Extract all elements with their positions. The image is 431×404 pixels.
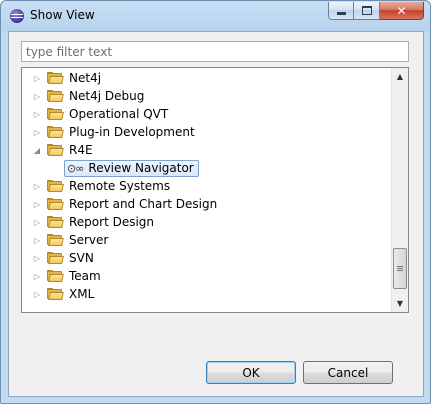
folder-icon (47, 108, 64, 120)
tree-item-label: Net4j (69, 71, 102, 85)
glasses-icon: ⊙∞ (67, 161, 84, 175)
folder-icon (47, 216, 64, 228)
window-title: Show View (30, 8, 95, 22)
filter-input[interactable] (21, 41, 409, 62)
expanded-arrow-icon[interactable]: ◢ (33, 141, 41, 159)
collapsed-arrow-icon[interactable]: ▷ (33, 213, 41, 231)
tree-item-label: Operational QVT (69, 107, 169, 121)
tree-item-label: XML (69, 287, 95, 301)
collapsed-arrow-icon[interactable]: ▷ (33, 195, 41, 213)
maximize-button[interactable] (354, 2, 380, 20)
maximize-icon (361, 6, 372, 15)
scroll-up-arrow[interactable]: ▲ (392, 68, 408, 85)
collapsed-arrow-icon[interactable]: ▷ (33, 249, 41, 267)
tree-item-label: Plug-in Development (69, 125, 195, 139)
tree-item-label: Report Design (69, 215, 155, 229)
close-button[interactable]: ✕ (380, 2, 424, 20)
thumb-grip (397, 266, 403, 267)
scroll-down-arrow[interactable]: ▼ (392, 295, 408, 312)
folder-icon (47, 72, 64, 84)
scroll-thumb[interactable] (393, 248, 407, 289)
folder-icon (47, 270, 64, 282)
folder-icon (47, 126, 64, 138)
tree-item[interactable]: ▷ XML (22, 285, 94, 303)
collapsed-arrow-icon[interactable]: ▷ (33, 69, 41, 87)
tree-item[interactable]: ▷ Report Design (22, 213, 154, 231)
tree-rows: ▷ Net4j ▷ Net4j Debug ▷ Operational QVT ▷ Plug-… (22, 68, 391, 312)
thumb-grip (397, 268, 403, 269)
folder-icon (47, 198, 64, 210)
minimize-icon (336, 12, 346, 15)
show-view-dialog: Show View ✕ ▷ Net4j ▷ Net4j Debug ▷ Operation… (0, 0, 431, 404)
tree-item-label: R4E (69, 143, 93, 157)
tree-item[interactable]: ▷ Net4j Debug (22, 87, 144, 105)
tree-item-label: Net4j Debug (69, 89, 145, 103)
folder-icon (47, 288, 64, 300)
eclipse-icon (10, 9, 24, 23)
ok-button[interactable]: OK (206, 361, 296, 384)
folder-icon (47, 252, 64, 264)
cancel-button[interactable]: Cancel (303, 361, 393, 384)
tree-item[interactable]: ▷ SVN (22, 249, 94, 267)
collapsed-arrow-icon[interactable]: ▷ (33, 123, 41, 141)
tree-item-label: Server (69, 233, 109, 247)
vertical-scrollbar[interactable]: ▲ ▼ (391, 68, 408, 312)
tree-item[interactable]: ▷ Plug-in Development (22, 123, 195, 141)
thumb-grip (397, 270, 403, 271)
dialog-body: ▷ Net4j ▷ Net4j Debug ▷ Operational QVT ▷ Plug-… (8, 31, 424, 397)
tree-item[interactable]: ▷ Remote Systems (22, 177, 170, 195)
tree-item[interactable]: ▷ Report and Chart Design (22, 195, 217, 213)
tree-item[interactable]: ▷ Team (22, 267, 101, 285)
tree-item[interactable]: ◢ R4E (22, 141, 93, 159)
tree-item-label: Review Navigator (88, 161, 194, 175)
collapsed-arrow-icon[interactable]: ▷ (33, 267, 41, 285)
title-bar[interactable]: Show View ✕ (1, 1, 430, 31)
selected-item[interactable]: ⊙∞ Review Navigator (64, 159, 199, 177)
collapsed-arrow-icon[interactable]: ▷ (33, 285, 41, 303)
folder-icon (47, 144, 64, 156)
folder-icon (47, 90, 64, 102)
tree-item[interactable]: ▷ Net4j (22, 69, 101, 87)
caption-buttons: ✕ (328, 2, 424, 20)
tree-item[interactable]: ▷ Server (22, 231, 108, 249)
minimize-button[interactable] (328, 2, 354, 20)
tree-item[interactable]: ▷ Operational QVT (22, 105, 168, 123)
tree-item-label: Report and Chart Design (69, 197, 218, 211)
tree-item-child[interactable]: ⊙∞ Review Navigator (64, 159, 199, 177)
tree-item-label: Team (69, 269, 101, 283)
folder-icon (47, 180, 64, 192)
collapsed-arrow-icon[interactable]: ▷ (33, 105, 41, 123)
view-tree[interactable]: ▷ Net4j ▷ Net4j Debug ▷ Operational QVT ▷ Plug-… (21, 67, 409, 313)
collapsed-arrow-icon[interactable]: ▷ (33, 177, 41, 195)
close-icon: ✕ (396, 3, 407, 18)
collapsed-arrow-icon[interactable]: ▷ (33, 87, 41, 105)
tree-item-label: SVN (69, 251, 94, 265)
collapsed-arrow-icon[interactable]: ▷ (33, 231, 41, 249)
folder-icon (47, 234, 64, 246)
tree-item-label: Remote Systems (69, 179, 171, 193)
